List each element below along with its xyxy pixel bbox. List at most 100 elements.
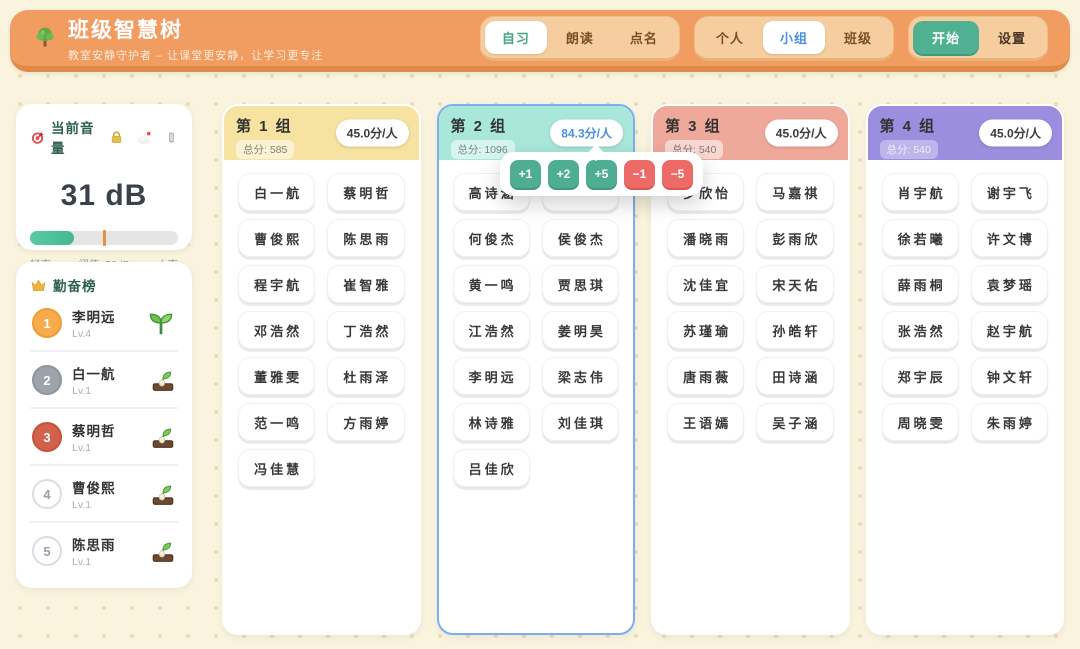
leaderboard-student-level: Lv.1	[72, 556, 116, 568]
student-button[interactable]: 黄一鸣	[453, 265, 530, 303]
student-button[interactable]: 潘晓雨	[667, 219, 744, 257]
student-button[interactable]: 马嘉祺	[756, 173, 833, 211]
student-button[interactable]: 彭雨欣	[756, 219, 833, 257]
leaderboard-student-info: 白一航Lv.1	[72, 363, 116, 397]
brand: 班级智慧树 教室安静守护者 – 让课堂更安静，让学习更专注	[32, 14, 323, 63]
student-button[interactable]: 田诗涵	[756, 357, 833, 395]
student-button[interactable]: 林诗雅	[453, 403, 530, 441]
app-header: 班级智慧树 教室安静守护者 – 让课堂更安静，让学习更专注 自习朗读点名 个人小…	[10, 10, 1070, 72]
student-button[interactable]: 张浩然	[882, 311, 959, 349]
phone-icon[interactable]	[165, 130, 178, 145]
student-button[interactable]: 陈思雨	[327, 219, 404, 257]
group-total-badge: 总分: 585	[236, 140, 294, 159]
score-minus-button[interactable]: −1	[624, 160, 655, 188]
student-button[interactable]: 许文博	[971, 219, 1048, 257]
leaderboard-student-name: 曹俊熙	[72, 477, 116, 497]
student-button[interactable]: 吕佳欣	[453, 449, 530, 487]
student-button[interactable]: 冯佳慧	[238, 449, 315, 487]
crown-icon	[30, 277, 47, 294]
student-button[interactable]: 贾思琪	[542, 265, 619, 303]
student-button[interactable]: 苏瑾瑜	[667, 311, 744, 349]
student-button[interactable]: 江浩然	[453, 311, 530, 349]
student-button[interactable]: 钟文轩	[971, 357, 1048, 395]
student-button[interactable]: 宋天佑	[756, 265, 833, 303]
student-button[interactable]: 丁浩然	[327, 311, 404, 349]
group-average-badge[interactable]: 45.0分/人	[765, 120, 838, 147]
leaderboard-student-level: Lv.4	[72, 328, 116, 340]
student-grid: 肖宇航谢宇飞徐若曦许文博薛雨桐袁梦瑶张浩然赵宇航郑宇辰钟文轩周晓雯朱雨婷	[868, 160, 1063, 454]
leaderboard-row: 3 蔡明哲 Lv.1	[30, 409, 178, 466]
scope-tab-0[interactable]: 个人	[699, 21, 761, 54]
volume-meter	[30, 231, 178, 245]
student-button[interactable]: 梁志伟	[542, 357, 619, 395]
volume-panel: 当前音量	[16, 104, 192, 250]
student-button[interactable]: 程宇航	[238, 265, 315, 303]
student-button[interactable]: 李明远	[453, 357, 530, 395]
student-button[interactable]: 崔智雅	[327, 265, 404, 303]
leaderboard-student-name: 蔡明哲	[72, 420, 116, 440]
student-button[interactable]: 何俊杰	[453, 219, 530, 257]
leaderboard-student-name: 李明远	[72, 306, 116, 326]
student-button[interactable]: 姜明昊	[542, 311, 619, 349]
leaderboard-title: 勤奋榜	[53, 275, 97, 295]
group-average-badge[interactable]: 45.0分/人	[336, 120, 409, 147]
mode-tab-1[interactable]: 朗读	[549, 21, 611, 54]
app-title: 班级智慧树	[68, 14, 323, 44]
student-button[interactable]: 赵宇航	[971, 311, 1048, 349]
group-header-4[interactable]: 第 4 组总分: 54045.0分/人	[868, 106, 1063, 160]
lock-icon[interactable]	[109, 130, 124, 145]
scope-tab-1[interactable]: 小组	[763, 21, 825, 54]
student-button[interactable]: 王语嫣	[667, 403, 744, 441]
score-plus-button[interactable]: +2	[548, 160, 579, 188]
scope-tab-group: 个人小组班级	[694, 16, 894, 61]
rank-badge: 5	[32, 536, 62, 566]
student-button[interactable]: 侯俊杰	[542, 219, 619, 257]
student-button[interactable]: 董雅雯	[238, 357, 315, 395]
student-button[interactable]: 吴子涵	[756, 403, 833, 441]
leaderboard-row: 4曹俊熙Lv.1	[30, 466, 178, 523]
student-button[interactable]: 方雨婷	[327, 403, 404, 441]
student-button[interactable]: 杜雨泽	[327, 357, 404, 395]
student-button[interactable]: 肖宇航	[882, 173, 959, 211]
mode-tab-2[interactable]: 点名	[613, 21, 675, 54]
student-button[interactable]: 薛雨桐	[882, 265, 959, 303]
student-button[interactable]: 周晓雯	[882, 403, 959, 441]
start-button[interactable]: 开始	[913, 21, 979, 54]
student-button[interactable]: 朱雨婷	[971, 403, 1048, 441]
score-minus-button[interactable]: −5	[662, 160, 693, 188]
student-button[interactable]: 孙皓轩	[756, 311, 833, 349]
settings-button[interactable]: 设置	[981, 21, 1043, 54]
student-button[interactable]: 徐若曦	[882, 219, 959, 257]
student-button[interactable]: 范一鸣	[238, 403, 315, 441]
cloud-icon[interactable]	[136, 129, 153, 146]
student-button[interactable]: 沈佳宜	[667, 265, 744, 303]
student-button[interactable]: 邓浩然	[238, 311, 315, 349]
student-button[interactable]: 郑宇辰	[882, 357, 959, 395]
app-subtitle: 教室安静守护者 – 让课堂更安静，让学习更专注	[68, 47, 323, 63]
leaderboard-student-level: Lv.1	[72, 442, 116, 454]
student-button[interactable]: 蔡明哲	[327, 173, 404, 211]
student-button[interactable]: 唐雨薇	[667, 357, 744, 395]
student-button[interactable]: 刘佳琪	[542, 403, 619, 441]
group-column-1: 第 1 组总分: 58545.0分/人白一航蔡明哲曹俊熙陈思雨程宇航崔智雅邓浩然…	[222, 104, 421, 635]
student-button[interactable]: 谢宇飞	[971, 173, 1048, 211]
volume-value: 31 dB	[30, 179, 178, 213]
scope-tab-2[interactable]: 班级	[827, 21, 889, 54]
leaderboard-row: 5 陈思雨 Lv.1	[30, 523, 178, 578]
group-header-1[interactable]: 第 1 组总分: 58545.0分/人	[224, 106, 419, 160]
student-button[interactable]: 袁梦瑶	[971, 265, 1048, 303]
rank-badge: 4	[32, 479, 62, 509]
group-average-badge[interactable]: 84.3分/人	[550, 120, 623, 147]
group-average-badge[interactable]: 45.0分/人	[979, 120, 1052, 147]
score-popup: +1+2+5−1−5	[500, 152, 703, 196]
rank-badge: 2	[32, 365, 62, 395]
score-plus-button[interactable]: +5	[586, 160, 617, 188]
rank-badge: 3	[32, 422, 62, 452]
student-button[interactable]: 白一航	[238, 173, 315, 211]
leaderboard-list: 1李明远Lv.42白一航Lv.13蔡明哲Lv.14曹俊熙Lv.15陈思雨Lv.1	[30, 295, 178, 578]
student-button[interactable]: 曹俊熙	[238, 219, 315, 257]
score-plus-button[interactable]: +1	[510, 160, 541, 188]
leaderboard-student-name: 陈思雨	[72, 534, 116, 554]
student-grid: 高诗涵何俊杰侯俊杰黄一鸣贾思琪江浩然姜明昊李明远梁志伟林诗雅刘佳琪吕佳欣	[439, 160, 634, 500]
mode-tab-0[interactable]: 自习	[485, 21, 547, 54]
